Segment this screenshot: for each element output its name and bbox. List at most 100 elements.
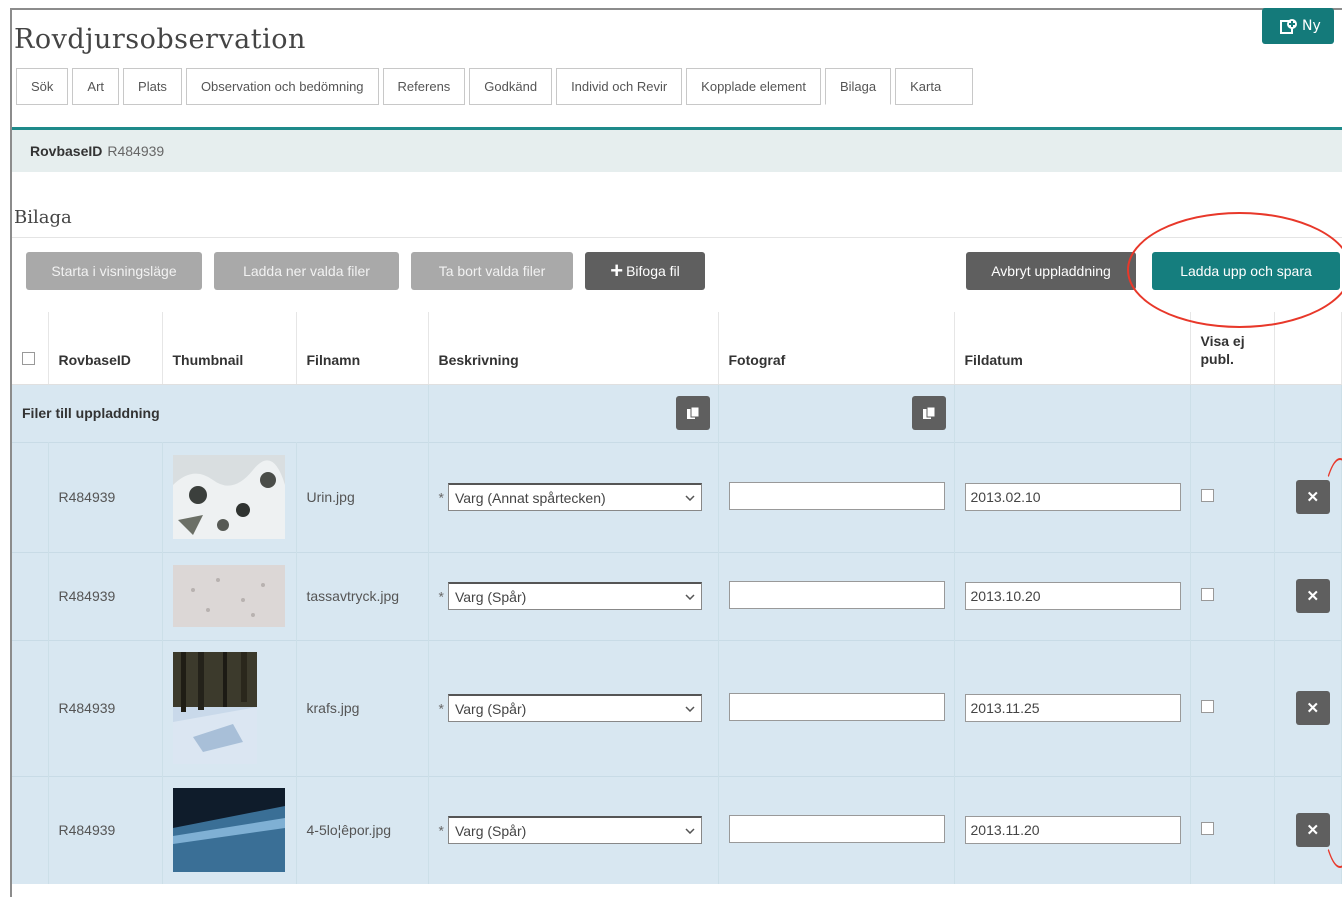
section-title: Bilaga bbox=[14, 207, 72, 228]
cancel-upload-button[interactable]: Avbryt uppladdning bbox=[966, 252, 1136, 290]
hide-publish-checkbox[interactable] bbox=[1200, 588, 1214, 601]
date-cell: 2013.10.20 bbox=[954, 551, 1191, 640]
hide-publish-checkbox[interactable] bbox=[1200, 822, 1214, 836]
row-filename: Urin.jpg bbox=[296, 441, 429, 552]
tab-sok[interactable]: Sök bbox=[16, 68, 69, 105]
file-date-input[interactable]: 2013.10.20 bbox=[964, 582, 1181, 610]
copy-description-button[interactable] bbox=[675, 396, 710, 430]
photographer-input[interactable] bbox=[728, 814, 945, 843]
new-document-icon bbox=[1280, 19, 1297, 34]
required-marker: * bbox=[438, 822, 444, 839]
description-cell: * Varg (Spår) bbox=[428, 775, 719, 884]
chevron-down-icon bbox=[685, 705, 695, 712]
tab-karta[interactable]: Karta bbox=[895, 68, 974, 105]
thumbnail-image[interactable] bbox=[172, 455, 285, 539]
file-date-input[interactable]: 2013.11.25 bbox=[964, 694, 1181, 722]
table-row: R484939 krafs.jpg * Varg (Spår) 2013.11.2… bbox=[12, 639, 1342, 776]
attachments-table: RovbaseID Thumbnail Filnamn Beskrivning … bbox=[12, 312, 1342, 884]
row-filename: krafs.jpg bbox=[296, 639, 429, 776]
description-value: Varg (Spår) bbox=[454, 822, 527, 839]
description-cell: * Varg (Annat spårtecken) bbox=[428, 441, 719, 552]
table-row: R484939 4-5lo¦êpor.jpg * Varg (Spår) 2013… bbox=[12, 775, 1342, 884]
chevron-down-icon bbox=[685, 593, 695, 600]
row-id: R484939 bbox=[48, 441, 163, 552]
date-cell: 2013.11.20 bbox=[954, 775, 1191, 884]
description-select[interactable]: Varg (Annat spårtecken) bbox=[447, 483, 702, 511]
thumbnail-image[interactable] bbox=[172, 788, 285, 873]
photographer-input[interactable] bbox=[728, 580, 945, 609]
row-id: R484939 bbox=[48, 775, 163, 884]
description-value: Varg (Spår) bbox=[454, 588, 527, 605]
start-view-mode-button[interactable]: Starta i visningsläge bbox=[26, 252, 202, 290]
photographer-cell bbox=[718, 775, 955, 884]
hide-publish-cell bbox=[1190, 775, 1275, 884]
photographer-input[interactable] bbox=[728, 481, 945, 510]
description-cell: * Varg (Spår) bbox=[428, 551, 719, 640]
thumbnail-image[interactable] bbox=[172, 565, 285, 627]
table-header-row: RovbaseID Thumbnail Filnamn Beskrivning … bbox=[12, 312, 1342, 385]
page-title: Rovdjursobservation bbox=[14, 24, 306, 55]
row-filename: 4-5lo¦êpor.jpg bbox=[296, 775, 429, 884]
delete-selected-button[interactable]: Ta bort valda filer bbox=[411, 252, 573, 290]
row-id: R484939 bbox=[48, 551, 163, 640]
chevron-down-icon bbox=[685, 828, 695, 834]
tab-godkand[interactable]: Godkänd bbox=[469, 68, 553, 105]
required-marker: * bbox=[438, 588, 444, 605]
file-date-input[interactable]: 2013.11.20 bbox=[964, 816, 1181, 845]
photographer-copy-cell bbox=[718, 384, 955, 442]
col-description: Beskrivning bbox=[428, 312, 719, 385]
tab-kopplade-element[interactable]: Kopplade element bbox=[686, 68, 821, 105]
table-row: R484939 Urin.jpg * Varg (Annat spårtecken… bbox=[12, 441, 1342, 552]
tab-referens[interactable]: Referens bbox=[382, 68, 466, 105]
copy-photographer-button[interactable] bbox=[911, 396, 946, 430]
plus-icon: + bbox=[610, 258, 624, 283]
new-button-label: Ny bbox=[1302, 18, 1321, 34]
hide-publish-cell bbox=[1190, 639, 1275, 776]
tab-individ-revir[interactable]: Individ och Revir bbox=[556, 68, 683, 105]
description-value: Varg (Annat spårtecken) bbox=[454, 489, 606, 506]
description-select[interactable]: Varg (Spår) bbox=[447, 694, 702, 722]
required-marker: * bbox=[438, 489, 444, 506]
chevron-down-icon bbox=[685, 494, 695, 501]
tab-bar: Sök Art Plats Observation och bedömning … bbox=[16, 68, 977, 105]
tab-bilaga[interactable]: Bilaga bbox=[824, 68, 892, 105]
thumbnail-cell bbox=[162, 775, 297, 884]
file-date-input[interactable]: 2013.02.10 bbox=[964, 483, 1181, 511]
select-all-header bbox=[12, 312, 49, 385]
new-button[interactable]: Ny bbox=[1262, 8, 1334, 44]
table-row: R484939 tassavtryck.jpg * Varg (Spår) 201… bbox=[12, 551, 1342, 640]
tab-art[interactable]: Art bbox=[72, 68, 120, 105]
copy-icon bbox=[922, 406, 935, 419]
date-cell: 2013.11.25 bbox=[954, 639, 1191, 776]
thumbnail-image[interactable] bbox=[172, 652, 257, 764]
close-icon: ✕ bbox=[1306, 822, 1320, 840]
photographer-input[interactable] bbox=[728, 692, 945, 721]
description-copy-cell bbox=[428, 384, 719, 442]
download-selected-button[interactable]: Ladda ner valda filer bbox=[214, 252, 399, 290]
tab-observation[interactable]: Observation och bedömning bbox=[185, 68, 379, 105]
thumbnail-cell bbox=[162, 441, 297, 552]
description-select[interactable]: Varg (Spår) bbox=[447, 816, 702, 845]
hide-publish-checkbox[interactable] bbox=[1200, 700, 1214, 713]
description-select[interactable]: Varg (Spår) bbox=[447, 582, 702, 610]
attach-file-button[interactable]: + Bifoga fil bbox=[585, 252, 705, 290]
row-id: R484939 bbox=[48, 639, 163, 776]
thumbnail-cell bbox=[162, 551, 297, 640]
col-photographer: Fotograf bbox=[718, 312, 955, 385]
copy-icon bbox=[686, 406, 699, 419]
hide-publish-checkbox[interactable] bbox=[1200, 489, 1214, 502]
attach-file-label: Bifoga fil bbox=[626, 263, 680, 279]
col-rovbaseid: RovbaseID bbox=[48, 312, 163, 385]
photographer-cell bbox=[718, 441, 955, 552]
col-file-date: Fildatum bbox=[954, 312, 1191, 385]
tab-plats[interactable]: Plats bbox=[123, 68, 182, 105]
photographer-cell bbox=[718, 639, 955, 776]
record-id-label: RovbaseID bbox=[30, 143, 103, 159]
group-label: Filer till uppladdning bbox=[12, 384, 429, 442]
date-cell: 2013.02.10 bbox=[954, 441, 1191, 552]
select-all-checkbox[interactable] bbox=[22, 351, 35, 365]
description-value: Varg (Spår) bbox=[454, 700, 527, 717]
record-id-value: R484939 bbox=[107, 143, 165, 159]
row-filename: tassavtryck.jpg bbox=[296, 551, 429, 640]
group-row: Filer till uppladdning bbox=[12, 384, 1342, 442]
